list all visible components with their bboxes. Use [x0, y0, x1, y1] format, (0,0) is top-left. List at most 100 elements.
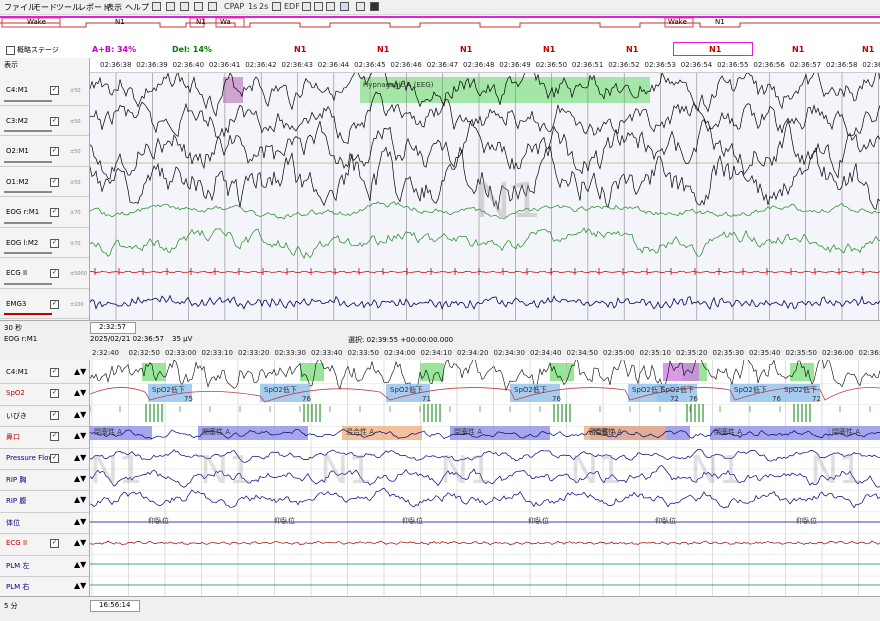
stage-label[interactable]: N1 [626, 45, 638, 54]
time-field[interactable]: 2:32:57 [90, 322, 136, 334]
stage-watermark: N1 [200, 448, 253, 492]
menu-help[interactable]: ヘルプ [125, 2, 149, 13]
gain-slider[interactable] [4, 161, 52, 163]
approx-stage-checkbox[interactable] [6, 46, 15, 55]
gain-slider[interactable] [4, 100, 52, 102]
grid-icon[interactable] [194, 2, 203, 11]
stage-row: 概略ステージ A+B: 34% Del: 14% N1 N1 N1 N1 N1 … [0, 41, 880, 59]
menu-mode[interactable]: モード [33, 2, 57, 13]
upper-channel-row[interactable]: EOG r:M1✓±70 [0, 196, 89, 228]
upper-channel-row[interactable]: EOG l:M2✓±70 [0, 227, 89, 259]
report-icon[interactable] [326, 2, 335, 11]
settings-icon[interactable] [314, 2, 323, 11]
stage-label[interactable]: N1 [377, 45, 389, 54]
channel-checkbox[interactable]: ✓ [50, 86, 59, 95]
upper-channel-row[interactable]: ECG II✓±5000 [0, 257, 89, 289]
lower-channel-row[interactable]: 体位▲▼ [0, 512, 89, 534]
channel-checkbox[interactable]: ✓ [50, 454, 59, 463]
stage-label[interactable]: N1 [792, 45, 804, 54]
scale-arrows-icon[interactable]: ▲▼ [74, 367, 86, 376]
monitor-icon[interactable] [370, 2, 379, 11]
scale-arrows-icon[interactable]: ▲▼ [74, 431, 86, 440]
folder-icon[interactable] [272, 2, 281, 11]
upper-channel-row[interactable]: C4:M1✓±50 [0, 74, 89, 106]
stage-label[interactable]: N1 [862, 45, 874, 54]
time-tick: 02:36:41 [209, 61, 240, 69]
channel-checkbox[interactable]: ✓ [50, 368, 59, 377]
scale-arrows-icon[interactable]: ▲▼ [74, 495, 86, 504]
channel-checkbox[interactable]: ✓ [50, 432, 59, 441]
edf-button[interactable]: EDF [284, 2, 300, 11]
globe-icon[interactable] [356, 2, 365, 11]
1s-button[interactable]: 1s [248, 2, 257, 11]
desat-event-label: SpO2低下 [782, 385, 817, 395]
channel-checkbox[interactable]: ✓ [50, 239, 59, 248]
time-tick: 02:33:30 [275, 349, 306, 357]
menu-bar: ファイル モード ツール レポート 表示 ヘルプ CPAP 1s 2s EDF [0, 0, 880, 15]
gain-slider[interactable] [4, 130, 52, 132]
stage-label[interactable]: N1 [460, 45, 472, 54]
channel-checkbox[interactable]: ✓ [50, 539, 59, 548]
lower-channel-row[interactable]: C4:M1✓▲▼ [0, 362, 89, 384]
desat-event-label: SpO2低下 [732, 385, 767, 395]
upper-channel-row[interactable]: EMG3✓±100 [0, 288, 89, 320]
channel-checkbox[interactable]: ✓ [50, 411, 59, 420]
scale-arrows-icon[interactable]: ▲▼ [74, 581, 86, 590]
spo2-value: 75 [182, 395, 193, 403]
time-tick: 02:36:39 [136, 61, 167, 69]
gain-slider[interactable] [4, 191, 52, 193]
wave-icon[interactable] [340, 2, 349, 11]
scale-arrows-icon[interactable]: ▲▼ [74, 410, 86, 419]
stage-label[interactable]: N1 [543, 45, 555, 54]
hyp-label: Wa [220, 18, 231, 26]
channel-checkbox[interactable]: ✓ [50, 300, 59, 309]
scale-arrows-icon[interactable]: ▲▼ [74, 538, 86, 547]
menu-tools[interactable]: ツール [56, 2, 80, 13]
upper-waveform-area[interactable]: Hypnagogic A (EEG) N1 [90, 73, 880, 320]
cpap-button[interactable]: CPAP [224, 2, 244, 11]
channel-checkbox[interactable]: ✓ [50, 208, 59, 217]
scale-arrows-icon[interactable]: ▲▼ [74, 474, 86, 483]
gain-slider[interactable] [4, 252, 52, 254]
lower-channel-row[interactable]: SpO2 ✓ ▲▼ [0, 383, 89, 405]
clipboard-icon[interactable] [180, 2, 189, 11]
bottom-time-field[interactable]: 16:56:14 [90, 600, 140, 612]
lower-channel-row[interactable]: RIP 胸▲▼ [0, 469, 89, 491]
2s-button[interactable]: 2s [259, 2, 268, 11]
lower-channel-row[interactable]: RIP 腹▲▼ [0, 490, 89, 512]
upper-channel-row[interactable]: O1:M2✓±50 [0, 166, 89, 198]
upper-channel-row[interactable]: O2:M1✓±50 [0, 135, 89, 167]
upper-channel-row[interactable]: C3:M2✓±50 [0, 105, 89, 137]
lower-waveform-area[interactable]: SpO2低下75SpO2低下76SpO2低下71SpO2低下76SpO2低下72… [90, 360, 880, 596]
lower-channel-row[interactable]: PLM 左▲▼ [0, 555, 89, 577]
print-icon[interactable] [152, 2, 161, 11]
scale-arrows-icon[interactable]: ▲▼ [74, 453, 86, 462]
tool-icon[interactable] [208, 2, 217, 11]
gain-slider[interactable] [4, 222, 52, 224]
stage-label[interactable]: N1 [709, 45, 721, 54]
spo2-value: 76 [550, 395, 561, 403]
channel-checkbox[interactable]: ✓ [50, 178, 59, 187]
scale-arrows-icon[interactable]: ▲▼ [74, 388, 86, 397]
time-tick: 02:36:58 [826, 61, 857, 69]
menu-file[interactable]: ファイル [4, 2, 36, 13]
menu-view[interactable]: 表示 [106, 2, 122, 13]
save-icon[interactable] [302, 2, 311, 11]
gain-slider[interactable] [4, 313, 52, 315]
stage-label[interactable]: N1 [294, 45, 306, 54]
lower-channel-row[interactable]: 鼻口✓▲▼ [0, 426, 89, 448]
lower-channel-row[interactable]: いびき✓▲▼ [0, 405, 89, 427]
doc-icon[interactable] [166, 2, 175, 11]
gain-slider[interactable] [4, 283, 52, 285]
scale-arrows-icon[interactable]: ▲▼ [74, 517, 86, 526]
channel-checkbox[interactable]: ✓ [50, 117, 59, 126]
hypnogram-strip[interactable]: Wake N1 N1 Wa Wake N1 [0, 15, 880, 40]
time-tick: 02:34:50 [567, 349, 598, 357]
scale-arrows-icon[interactable]: ▲▼ [74, 560, 86, 569]
channel-label: SpO2 [6, 389, 25, 397]
lower-channel-row[interactable]: ECG II✓▲▼ [0, 533, 89, 555]
lower-channel-row[interactable]: Pressure Flow✓▲▼ [0, 448, 89, 470]
channel-checkbox[interactable]: ✓ [50, 389, 59, 398]
channel-checkbox[interactable]: ✓ [50, 269, 59, 278]
channel-checkbox[interactable]: ✓ [50, 147, 59, 156]
